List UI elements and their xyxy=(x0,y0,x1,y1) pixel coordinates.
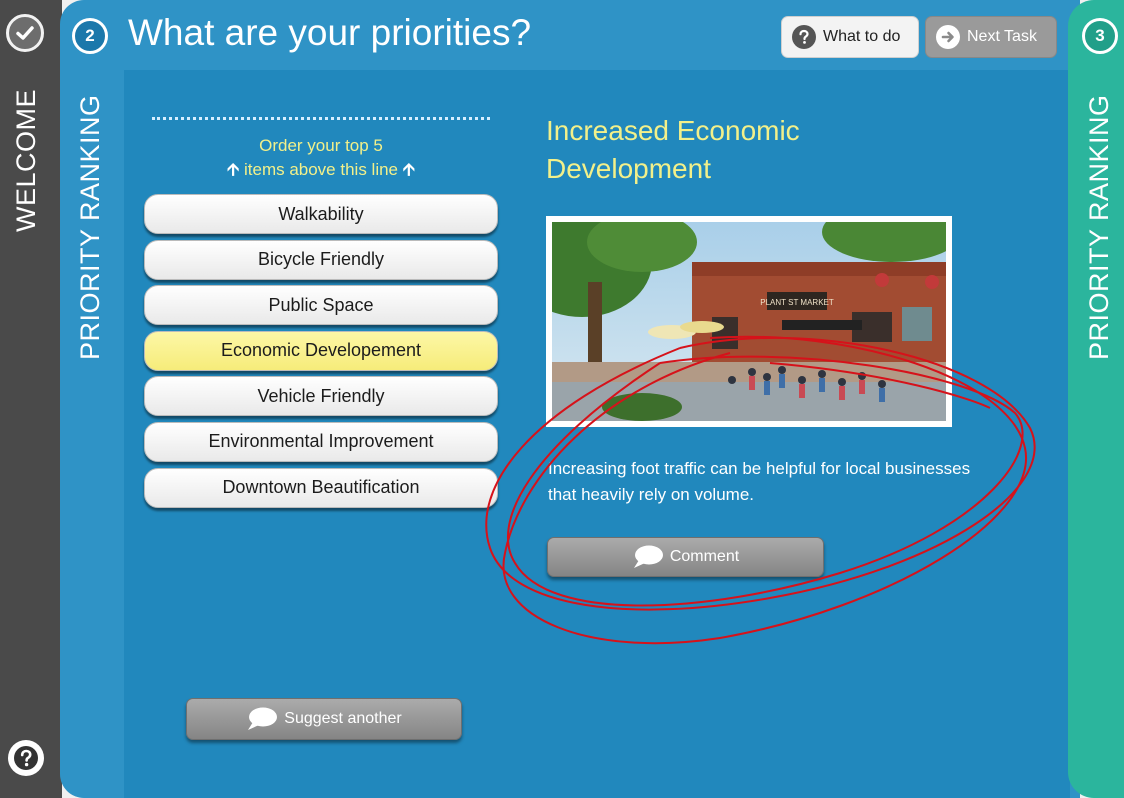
priority-item-vehicle-friendly[interactable]: Vehicle Friendly xyxy=(144,376,498,417)
what-to-do-label: What to do xyxy=(823,28,901,45)
speech-bubble-icon xyxy=(248,707,278,730)
question-circle-icon xyxy=(792,25,816,49)
priority-item-public-space[interactable]: Public Space xyxy=(144,285,498,326)
priority-item-bicycle-friendly[interactable]: Bicycle Friendly xyxy=(144,239,498,280)
next-task-button[interactable]: Next Task xyxy=(925,16,1057,58)
next-step-number-badge[interactable]: 3 xyxy=(1082,18,1118,54)
ranking-hint-line2: 🡩 items above this line 🡩 xyxy=(152,158,490,182)
section-side-label: PRIORITY RANKING xyxy=(75,94,105,360)
detail-description: Increasing foot traffic can be helpful f… xyxy=(548,459,971,504)
next-step-label: PRIORITY RANKING xyxy=(1084,94,1114,360)
ranking-hint-line1: Order your top 5 xyxy=(259,136,383,155)
arrow-right-circle-icon xyxy=(936,25,960,49)
suggest-another-button[interactable]: Suggest another xyxy=(186,698,462,740)
market-sign-text: PLANT ST MARKET xyxy=(760,298,834,307)
next-task-label: Next Task xyxy=(967,28,1037,45)
priority-list: Walkability Bicycle Friendly Public Spac… xyxy=(144,194,498,513)
priority-item-environmental-improvement[interactable]: Environmental Improvement xyxy=(144,421,498,462)
arrow-up-icon: 🡩 xyxy=(402,160,415,179)
ranking-hint-line2-text: items above this line xyxy=(243,160,399,179)
suggest-another-label: Suggest another xyxy=(284,710,402,727)
what-to-do-button[interactable]: What to do xyxy=(781,16,919,58)
comment-button[interactable]: Comment xyxy=(547,537,824,577)
market-photo: PLANT ST MARKET xyxy=(512,202,962,427)
help-button[interactable] xyxy=(8,740,44,776)
step-number-badge: 2 xyxy=(72,18,108,54)
welcome-complete-button[interactable] xyxy=(6,14,44,52)
ranking-instructions: Order your top 5 🡩 items above this line… xyxy=(152,134,490,182)
priority-item-economic-development[interactable]: Economic Developement xyxy=(144,330,498,371)
market-street-image: PLANT ST MARKET xyxy=(512,202,962,421)
arrow-up-icon: 🡩 xyxy=(227,160,240,179)
question-icon xyxy=(14,746,38,770)
priority-item-downtown-beautification[interactable]: Downtown Beautification xyxy=(144,467,498,508)
speech-bubble-icon xyxy=(633,545,663,568)
comment-label: Comment xyxy=(669,548,740,565)
page-title: What are your priorities? xyxy=(128,12,532,53)
check-icon xyxy=(16,26,34,40)
priority-item-walkability[interactable]: Walkability xyxy=(144,194,498,234)
welcome-rail[interactable]: WELCOME xyxy=(0,0,62,798)
top-five-divider xyxy=(152,117,490,120)
detail-title: Increased Economic Development xyxy=(546,115,800,184)
welcome-label: WELCOME xyxy=(11,88,41,232)
